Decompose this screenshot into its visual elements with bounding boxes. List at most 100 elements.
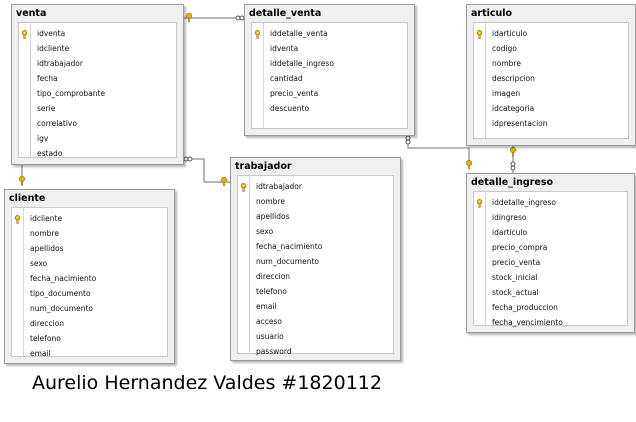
- author-caption: Aurelio Hernandez Valdes #1820112: [32, 372, 382, 394]
- column-row[interactable]: codigo: [474, 41, 628, 56]
- table-title: venta: [12, 5, 183, 22]
- column-row[interactable]: cantidad: [252, 71, 407, 86]
- table-title: detalle_venta: [245, 5, 414, 22]
- column-row[interactable]: sexo: [238, 224, 393, 239]
- column-name: idpresentacion: [492, 119, 548, 128]
- column-row[interactable]: imagen: [474, 86, 628, 101]
- primary-key-icon: [239, 182, 248, 192]
- table-articulo[interactable]: articulo idarticulo codigo nombre descripci…: [466, 4, 636, 146]
- column-row[interactable]: igv: [19, 131, 176, 146]
- column-name: telefono: [30, 334, 61, 343]
- table-columns: iddetalle_ventaidventa iddetalle_ingresoc…: [251, 22, 408, 129]
- column-row[interactable]: precio_compra: [474, 240, 627, 255]
- column-row[interactable]: iddetalle_ingreso: [474, 195, 627, 210]
- database-diagram: venta idventa idcliente idtrabajador fecha t…: [0, 0, 636, 422]
- column-row[interactable]: apellidos: [238, 209, 393, 224]
- column-name: igv: [37, 134, 49, 143]
- column-name: iddetalle_ingreso: [270, 59, 334, 68]
- column-row[interactable]: idventa: [19, 26, 176, 41]
- column-row[interactable]: idcategoria: [474, 101, 628, 116]
- column-row[interactable]: stock_actual: [474, 285, 627, 300]
- column-row[interactable]: idtrabajador: [19, 56, 176, 71]
- column-name: stock_inicial: [492, 273, 538, 282]
- column-row[interactable]: telefono: [238, 284, 393, 299]
- column-name: tipo_documento: [30, 289, 91, 298]
- table-title: cliente: [5, 190, 174, 207]
- primary-key-icon: [20, 29, 29, 39]
- column-row[interactable]: descuento: [252, 101, 407, 116]
- column-row[interactable]: nombre: [238, 194, 393, 209]
- column-name: acceso: [256, 317, 282, 326]
- column-row[interactable]: password: [238, 344, 393, 359]
- column-row[interactable]: direccion: [238, 269, 393, 284]
- relationship-many-end-icon: [183, 156, 193, 162]
- column-row[interactable]: serie: [19, 101, 176, 116]
- column-name: num_documento: [256, 257, 319, 266]
- relationship-many-end-icon: [405, 135, 411, 145]
- column-row[interactable]: idcliente: [19, 41, 176, 56]
- column-name: serie: [37, 104, 56, 113]
- column-name: precio_venta: [270, 89, 319, 98]
- column-row[interactable]: nombre: [474, 56, 628, 71]
- table-cliente[interactable]: cliente idcliente nombre apellidos sexo fech…: [4, 189, 175, 364]
- column-name: descripcion: [492, 74, 535, 83]
- table-venta[interactable]: venta idventa idcliente idtrabajador fecha t…: [11, 4, 184, 165]
- column-row[interactable]: correlativo: [19, 116, 176, 131]
- column-row[interactable]: idarticulo: [474, 225, 627, 240]
- column-row[interactable]: num_documento: [12, 301, 167, 316]
- column-row[interactable]: fecha_vencimiento: [474, 315, 627, 330]
- column-row[interactable]: idcliente: [12, 211, 167, 226]
- column-row[interactable]: apellidos: [12, 241, 167, 256]
- table-title: detalle_ingreso: [467, 174, 634, 191]
- column-name: nombre: [492, 59, 521, 68]
- relationship-many-end-icon: [510, 161, 516, 171]
- column-row[interactable]: iddetalle_venta: [252, 26, 407, 41]
- column-name: precio_compra: [492, 243, 548, 252]
- column-name: idventa: [37, 29, 66, 38]
- table-detalle_ingreso[interactable]: detalle_ingreso iddetalle_ingreso idingre…: [466, 173, 635, 333]
- table-title: trabajador: [231, 158, 400, 175]
- column-row[interactable]: fecha_nacimiento: [12, 271, 167, 286]
- column-row[interactable]: nombre: [12, 226, 167, 241]
- column-row[interactable]: usuario: [238, 329, 393, 344]
- column-row[interactable]: tipo_comprobante: [19, 86, 176, 101]
- table-detalle_venta[interactable]: detalle_venta iddetalle_venta idventa idde…: [244, 4, 415, 136]
- column-row[interactable]: idarticulo: [474, 26, 628, 41]
- column-row[interactable]: num_documento: [238, 254, 393, 269]
- primary-key-icon: [475, 198, 484, 208]
- column-row[interactable]: direccion: [12, 316, 167, 331]
- column-row[interactable]: acceso: [238, 314, 393, 329]
- column-row[interactable]: precio_venta: [252, 86, 407, 101]
- relationship-one-end-icon: [466, 160, 472, 170]
- column-row[interactable]: iddetalle_ingreso: [252, 56, 407, 71]
- column-name: idtrabajador: [37, 59, 83, 68]
- column-row[interactable]: fecha: [19, 71, 176, 86]
- relationship-one-end-icon: [19, 176, 25, 186]
- column-row[interactable]: tipo_documento: [12, 286, 167, 301]
- column-row[interactable]: descripcion: [474, 71, 628, 86]
- column-name: nombre: [256, 197, 285, 206]
- column-row[interactable]: fecha_nacimiento: [238, 239, 393, 254]
- column-row[interactable]: email: [238, 299, 393, 314]
- column-row[interactable]: stock_inicial: [474, 270, 627, 285]
- relationship-line-detalle_venta-detalle_ingreso: [407, 134, 470, 168]
- column-name: idarticulo: [492, 29, 528, 38]
- column-name: estado: [37, 149, 63, 158]
- column-row[interactable]: idtrabajador: [238, 179, 393, 194]
- column-row[interactable]: idventa: [252, 41, 407, 56]
- column-row[interactable]: estado: [19, 146, 176, 161]
- column-name: apellidos: [256, 212, 290, 221]
- column-name: cantidad: [270, 74, 303, 83]
- column-name: fecha_nacimiento: [30, 274, 97, 283]
- table-trabajador[interactable]: trabajador idtrabajador nombre apellidos se…: [230, 157, 401, 361]
- column-row[interactable]: sexo: [12, 256, 167, 271]
- column-row[interactable]: precio_venta: [474, 255, 627, 270]
- column-row[interactable]: idpresentacion: [474, 116, 628, 131]
- column-row[interactable]: fecha_produccion: [474, 300, 627, 315]
- column-name: idventa: [270, 44, 299, 53]
- column-name: fecha_produccion: [492, 303, 558, 312]
- column-name: tipo_comprobante: [37, 89, 106, 98]
- column-row[interactable]: telefono: [12, 331, 167, 346]
- column-row[interactable]: email: [12, 346, 167, 361]
- column-row[interactable]: idingreso: [474, 210, 627, 225]
